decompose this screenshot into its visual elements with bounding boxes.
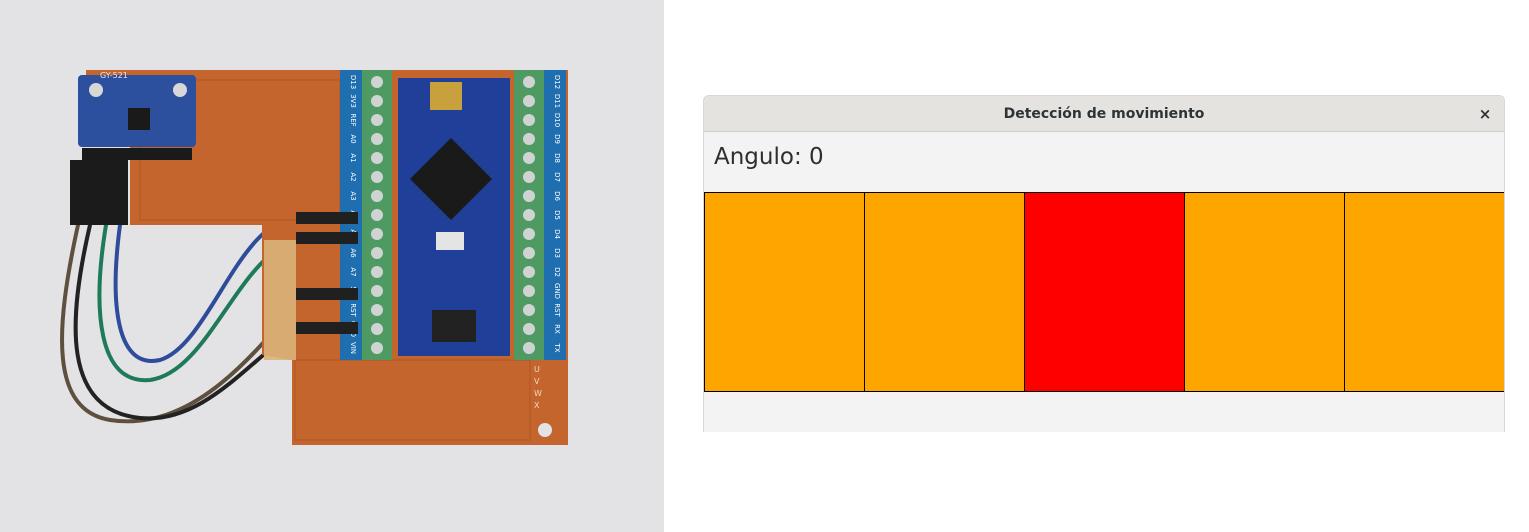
plug-1 — [296, 212, 358, 224]
terminal-screw — [371, 342, 383, 354]
board-pin-label: REF — [349, 113, 357, 126]
board-pin-label: TX — [553, 342, 561, 352]
board-pin-label: D7 — [553, 172, 561, 182]
board-pin-label: A6 — [349, 248, 357, 258]
terminal-screw — [523, 76, 535, 88]
terminal-screw — [523, 133, 535, 145]
angle-label: Angulo: 0 — [714, 144, 824, 170]
sensor-chip — [128, 108, 150, 130]
board-pin-label: D4 — [553, 229, 561, 239]
zone-box-4 — [1184, 192, 1345, 392]
foam-pad — [264, 240, 296, 360]
dupont-connectors — [70, 160, 128, 225]
mounting-hole — [538, 423, 552, 437]
terminal-screw — [523, 285, 535, 297]
board-pin-label: D6 — [553, 191, 561, 201]
plug-4 — [296, 322, 358, 334]
terminal-screw — [371, 228, 383, 240]
board-pin-label: GND — [553, 283, 561, 299]
terminal-screw — [371, 133, 383, 145]
corner-label: V — [534, 377, 540, 386]
board-pin-label: D8 — [553, 153, 561, 163]
board-pin-label: D5 — [553, 210, 561, 220]
terminal-screw — [371, 209, 383, 221]
terminal-screw — [371, 266, 383, 278]
board-pin-label: 3V3 — [349, 94, 357, 108]
terminal-screw — [371, 190, 383, 202]
terminal-screw — [371, 304, 383, 316]
terminal-screw — [523, 304, 535, 316]
corner-label: U — [534, 365, 540, 374]
board-pin-label: RST — [349, 303, 357, 317]
sensor-name-text: GY-521 — [100, 71, 128, 80]
app-window: Detección de movimiento × Angulo: 0 — [703, 95, 1505, 432]
plug-2 — [296, 232, 358, 244]
terminal-screw — [371, 114, 383, 126]
sensor-header-pins — [82, 148, 192, 160]
zone-box-3 — [1024, 192, 1185, 392]
terminal-screw — [371, 95, 383, 107]
corner-label: W — [534, 389, 542, 398]
board-pin-label: D11 — [553, 94, 561, 108]
terminal-screw — [523, 342, 535, 354]
board-pin-label: A0 — [349, 134, 357, 143]
plug-3 — [296, 288, 358, 300]
zone-indicator-row — [704, 192, 1504, 392]
window-title: Detección de movimiento — [1003, 106, 1205, 122]
board-pin-label: D3 — [553, 248, 561, 258]
board-pin-label: RST — [553, 303, 561, 317]
title-bar[interactable]: Detección de movimiento × — [704, 96, 1504, 132]
terminal-screw — [523, 228, 535, 240]
reset-button — [436, 232, 464, 250]
board-pin-label: D12 — [553, 75, 561, 89]
terminal-screw — [371, 285, 383, 297]
terminal-screw — [523, 95, 535, 107]
sensor-hole-right — [173, 83, 187, 97]
board-pin-label: D9 — [553, 134, 561, 144]
board-pin-label: RX — [553, 324, 561, 334]
terminal-screw — [371, 323, 383, 335]
terminal-screw — [523, 266, 535, 278]
board-pin-label: A7 — [349, 267, 357, 276]
terminal-screw — [523, 209, 535, 221]
zone-box-1 — [704, 192, 865, 392]
close-button[interactable]: × — [1472, 101, 1498, 127]
board-pin-label: A3 — [349, 191, 357, 200]
sensor-hole-left — [89, 83, 103, 97]
board-pin-label: D2 — [553, 267, 561, 277]
terminal-screw — [371, 247, 383, 259]
board-pin-label: A1 — [349, 153, 357, 162]
terminal-screw — [523, 190, 535, 202]
zone-box-2 — [864, 192, 1025, 392]
terminal-screw — [523, 152, 535, 164]
board-pin-label: A2 — [349, 172, 357, 181]
board-pin-label: D13 — [349, 75, 357, 89]
terminal-screw — [523, 323, 535, 335]
terminal-screw — [371, 171, 383, 183]
terminal-screw — [523, 247, 535, 259]
terminal-screw — [523, 114, 535, 126]
terminal-screw — [523, 171, 535, 183]
board-pin-label: D10 — [553, 113, 561, 127]
usb-connector — [430, 82, 462, 110]
corner-label: X — [534, 401, 540, 410]
terminal-screw — [371, 152, 383, 164]
board-labels-right: D12 D11 D10 D9 D8 D7 D6 D5 D4 D3 D2 GND RST RX TX — [553, 75, 561, 353]
board-pin-label: VIN — [349, 342, 357, 354]
circuit-photo: GY-521 D133V3REFA0A1A2A3A4A5A6A75VRSTGND… — [0, 0, 664, 532]
terminal-screw — [371, 76, 383, 88]
icsp-header — [432, 310, 476, 342]
zone-box-5 — [1344, 192, 1504, 392]
